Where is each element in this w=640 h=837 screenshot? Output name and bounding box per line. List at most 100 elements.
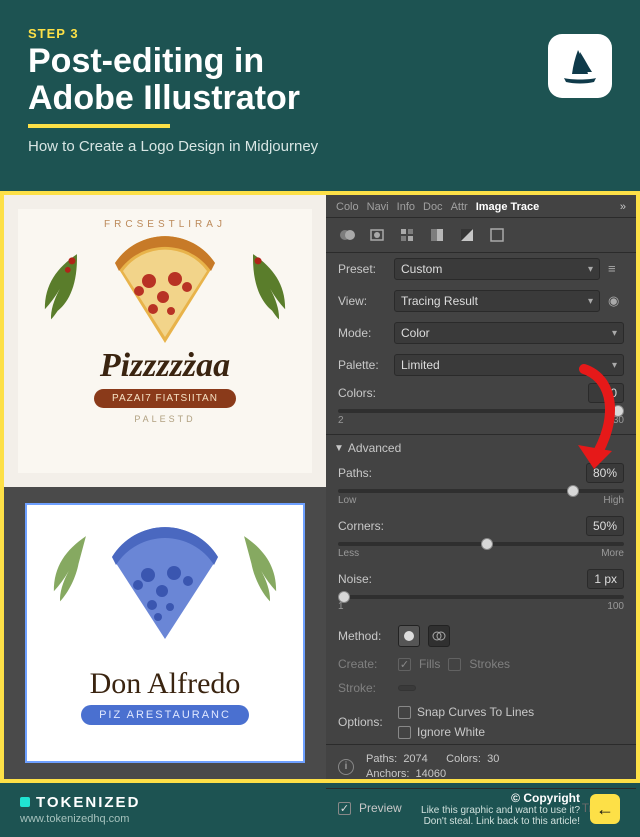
tab-attributes[interactable]: Attr (451, 201, 468, 213)
high-color-icon[interactable] (368, 226, 386, 244)
triangle-down-icon: ▼ (334, 443, 344, 454)
info-anchors-value: 14060 (416, 768, 447, 780)
result-image-panel: Don Alfredo PIZ ARESTAURANC (4, 487, 326, 779)
edited-brand-name: Don Alfredo (90, 667, 241, 701)
back-arrow-button[interactable]: ← (590, 794, 620, 824)
expand-panel-icon[interactable]: » (620, 201, 626, 213)
paths-slider[interactable] (338, 489, 624, 493)
arrow-down-icon (564, 359, 624, 479)
tab-navigator[interactable]: Navi (367, 201, 389, 213)
black-white-icon[interactable] (458, 226, 476, 244)
mode-label: Mode: (338, 326, 386, 340)
mode-dropdown[interactable]: Color ▾ (394, 322, 624, 344)
colors-min: 2 (338, 415, 344, 426)
laurel-left-icon (18, 240, 108, 330)
info-colors-value: 30 (487, 753, 499, 765)
strokes-checkbox (448, 658, 461, 671)
mode-value: Color (401, 326, 430, 340)
noise-value[interactable]: 1 px (587, 569, 624, 589)
chevron-down-icon: ▾ (612, 328, 617, 339)
arrow-left-icon: ← (596, 799, 614, 820)
corners-label: Corners: (338, 519, 384, 533)
noise-high: 100 (607, 601, 624, 612)
preset-label: Preset: (338, 262, 386, 276)
fills-label: Fills (419, 657, 440, 671)
snap-curves-label: Snap Curves To Lines (417, 705, 534, 719)
brand-bullet-icon (20, 797, 30, 807)
tab-color[interactable]: Colo (336, 201, 359, 213)
method-label: Method: (338, 629, 390, 643)
panel-tabs: Colo Navi Info Doc Attr Image Trace » (326, 195, 636, 218)
app-logo-midjourney (548, 34, 612, 98)
noise-slider[interactable] (338, 595, 624, 599)
ignore-white-label: Ignore White (417, 725, 485, 739)
eye-icon[interactable]: ◉ (608, 293, 624, 309)
screenshot-frame: FRCSESTLIRAJ (0, 191, 640, 783)
preset-dropdown[interactable]: Custom ▾ (394, 258, 600, 280)
sailboat-icon (558, 44, 602, 88)
brand-name: Pizzzzżaa (100, 347, 230, 385)
tab-document[interactable]: Doc (423, 201, 443, 213)
noise-label: Noise: (338, 572, 372, 586)
arc-text-top: FRCSESTLIRAJ (18, 219, 312, 230)
step-label: STEP 3 (28, 26, 612, 41)
page-title: Post-editing in Adobe Illustrator (28, 43, 612, 116)
colors-label: Colors: (338, 386, 376, 400)
traced-logo: Don Alfredo PIZ ARESTAURANC (25, 503, 305, 763)
grayscale-icon[interactable] (428, 226, 446, 244)
brand-url: www.tokenizedhq.com (20, 813, 140, 825)
copyright-title: © Copyright (421, 791, 580, 805)
paths-low: Low (338, 495, 356, 506)
info-colors-label: Colors: (446, 753, 481, 765)
noise-low: 1 (338, 601, 344, 612)
ignore-white-checkbox[interactable] (398, 726, 411, 739)
snap-curves-checkbox[interactable] (398, 706, 411, 719)
chevron-down-icon: ▾ (588, 264, 593, 275)
outline-icon[interactable] (488, 226, 506, 244)
pizza-slice-traced-icon (100, 527, 230, 647)
view-label: View: (338, 294, 386, 308)
tagline-pill: PAZAI7 FIATSIITAN (94, 389, 236, 408)
tab-image-trace[interactable]: Image Trace (476, 201, 540, 213)
paths-label: Paths: (338, 466, 372, 480)
preset-icon-row (326, 218, 636, 253)
info-anchors-label: Anchors: (366, 768, 409, 780)
corners-slider[interactable] (338, 542, 624, 546)
preset-menu-icon[interactable]: ≡ (608, 261, 624, 277)
create-label: Create: (338, 657, 390, 671)
page-footer: TOKENIZED www.tokenizedhq.com © Copyrigh… (0, 781, 640, 837)
info-paths-label: Paths: (366, 753, 397, 765)
source-image-panel: FRCSESTLIRAJ (4, 195, 326, 487)
advanced-label: Advanced (348, 441, 401, 455)
title-underline (28, 124, 170, 128)
options-label: Options: (338, 715, 390, 729)
info-icon: i (338, 759, 354, 775)
preset-value: Custom (401, 262, 442, 276)
paths-high: High (603, 495, 624, 506)
brand-name: TOKENIZED (36, 794, 140, 811)
palette-label: Palette: (338, 358, 386, 372)
arc-text-bottom: PALESTD (134, 414, 195, 424)
copyright-line-1: Like this graphic and want to use it? (421, 805, 580, 816)
auto-color-icon[interactable] (338, 226, 356, 244)
copyright-line-2: Don't steal. Link back to this article! (421, 816, 580, 827)
corners-low: Less (338, 548, 359, 559)
corners-value[interactable]: 50% (586, 516, 624, 536)
strokes-label: Strokes (469, 657, 510, 671)
view-dropdown[interactable]: Tracing Result ▾ (394, 290, 600, 312)
tab-info[interactable]: Info (397, 201, 415, 213)
image-trace-panel: Colo Navi Info Doc Attr Image Trace » Pr… (326, 195, 636, 779)
stroke-label: Stroke: (338, 681, 390, 695)
method-overlapping-button[interactable] (428, 625, 450, 647)
preview-column: FRCSESTLIRAJ (4, 195, 326, 779)
source-logo: FRCSESTLIRAJ (18, 209, 312, 473)
method-abutting-button[interactable] (398, 625, 420, 647)
low-color-icon[interactable] (398, 226, 416, 244)
stroke-input (398, 685, 416, 691)
palette-value: Limited (401, 358, 440, 372)
corners-high: More (601, 548, 624, 559)
info-paths-value: 2074 (403, 753, 427, 765)
chevron-down-icon: ▾ (588, 296, 593, 307)
page-subtitle: How to Create a Logo Design in Midjourne… (28, 138, 612, 155)
pizza-slice-icon (105, 235, 225, 345)
